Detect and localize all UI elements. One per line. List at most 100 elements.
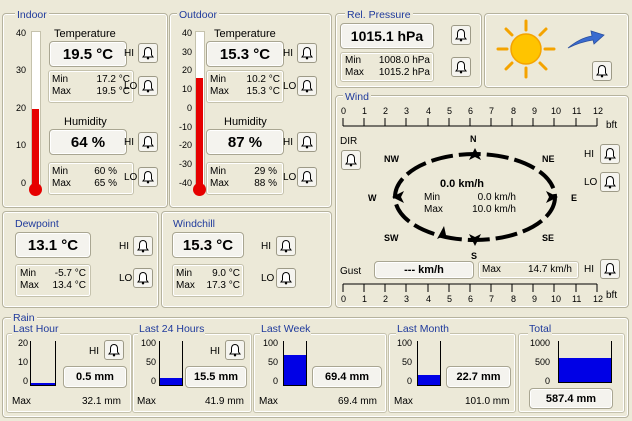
bell-icon — [137, 239, 149, 253]
indoor-hum-lo-alarm-button[interactable] — [138, 167, 158, 187]
pressure-hi-alarm-button[interactable] — [451, 25, 471, 45]
gust-value: --- km/h — [374, 261, 474, 279]
pressure-title: Rel. Pressure — [345, 9, 413, 21]
outdoor-temp-value: 15.3 °C — [206, 41, 284, 67]
outdoor-temp-max: 15.3 °C — [246, 86, 280, 97]
bell-icon — [142, 46, 154, 60]
bell-icon — [137, 271, 149, 285]
rain-last-24h-fill — [160, 378, 182, 385]
bell-icon — [280, 239, 292, 253]
windchill-lo-alarm-button[interactable] — [276, 268, 296, 288]
dewpoint-min: -5.7 °C — [54, 268, 86, 279]
indoor-temp-value: 19.5 °C — [49, 41, 127, 67]
rain-last-week-fill — [284, 355, 306, 385]
outdoor-hum-hi-alarm-button[interactable] — [297, 132, 317, 152]
bell-icon — [301, 79, 313, 93]
rain-total-fill — [559, 358, 611, 382]
wind-hi-alarm-button[interactable] — [600, 144, 620, 164]
forecast-alarm-button[interactable] — [592, 61, 612, 81]
outdoor-hum-min: 29 % — [254, 166, 277, 177]
rain-last-hour-value: 0.5 mm — [63, 366, 127, 388]
indoor-hum-max: 65 % — [94, 178, 117, 189]
pressure-value: 1015.1 hPa — [340, 23, 434, 49]
bell-icon — [142, 170, 154, 184]
wind-title: Wind — [343, 91, 371, 103]
bell-icon — [142, 135, 154, 149]
outdoor-title: Outdoor — [177, 9, 219, 21]
compass-s: S — [471, 251, 478, 261]
wind-bar-bottom — [342, 283, 598, 292]
rain-last-24h-value: 15.5 mm — [185, 366, 247, 388]
dewpoint-hi-alarm-button[interactable] — [133, 236, 153, 256]
bell-icon — [604, 175, 616, 189]
bell-icon — [142, 79, 154, 93]
rain-last-24h-title: Last 24 Hours — [138, 323, 206, 335]
wind-bar-top — [342, 118, 598, 127]
outdoor-thermometer-bulb — [193, 183, 206, 196]
windchill-title: Windchill — [173, 218, 216, 230]
bell-icon — [345, 153, 357, 167]
dewpoint-title: Dewpoint — [15, 218, 59, 230]
outdoor-temp-lo-alarm-button[interactable] — [297, 76, 317, 96]
sun-icon — [496, 19, 556, 79]
wind-speed-value: 0.0 km/h — [440, 178, 485, 190]
pressure-lo-alarm-button[interactable] — [451, 57, 471, 77]
outdoor-humidity-value: 87 % — [206, 129, 284, 155]
rain-last-hour-gauge — [30, 341, 56, 386]
indoor-thermometer-fill — [32, 109, 39, 187]
indoor-thermometer-bulb — [29, 183, 42, 196]
indoor-hum-hi-alarm-button[interactable] — [138, 132, 158, 152]
windchill-min: 9.0 °C — [212, 268, 240, 279]
gust-max: 14.7 km/h — [528, 264, 572, 275]
bell-icon — [280, 271, 292, 285]
bell-icon — [596, 64, 608, 78]
rain-last-month-value: 22.7 mm — [446, 366, 511, 388]
indoor-title: Indoor — [15, 9, 49, 21]
bell-icon — [604, 147, 616, 161]
gust-hi-alarm-button[interactable] — [600, 259, 620, 279]
indoor-humidity-label: Humidity — [64, 116, 107, 128]
outdoor-hum-max: 88 % — [254, 178, 277, 189]
wind-dir-alarm-button[interactable] — [341, 150, 361, 170]
outdoor-hum-lo-alarm-button[interactable] — [297, 167, 317, 187]
indoor-humidity-value: 64 % — [49, 129, 127, 155]
rain-last-24h-max: 41.9 mm — [205, 396, 244, 407]
compass-e: E — [571, 193, 578, 203]
rain-total-value: 587.4 mm — [529, 388, 613, 409]
windchill-hi-alarm-button[interactable] — [276, 236, 296, 256]
outdoor-temp-hi-alarm-button[interactable] — [297, 43, 317, 63]
indoor-temp-hi-alarm-button[interactable] — [138, 43, 158, 63]
rain-last-month-title: Last Month — [396, 323, 450, 335]
dewpoint-value: 13.1 °C — [15, 232, 91, 258]
rain-last-hour-hi-alarm-button[interactable] — [104, 340, 124, 360]
dewpoint-lo-alarm-button[interactable] — [133, 268, 153, 288]
rain-last-month-max: 101.0 mm — [465, 396, 510, 407]
rain-last-month-fill — [418, 375, 440, 385]
compass-se: SE — [542, 233, 555, 243]
compass-ne: NE — [542, 154, 555, 164]
rain-last-week-max: 69.4 mm — [338, 396, 377, 407]
windchill-max: 17.3 °C — [206, 280, 240, 291]
outdoor-humidity-label: Humidity — [224, 116, 267, 128]
wind-dir-label: DIR — [340, 136, 358, 147]
bell-icon — [229, 343, 241, 357]
outdoor-thermometer-fill — [196, 78, 203, 187]
windchill-value: 15.3 °C — [172, 232, 244, 258]
wind-lo-alarm-button[interactable] — [600, 172, 620, 192]
bell-icon — [455, 28, 467, 42]
indoor-temp-label: Temperature — [54, 28, 116, 40]
compass-sw: SW — [384, 233, 399, 243]
bell-icon — [108, 343, 120, 357]
rain-last-hour-title: Last Hour — [12, 323, 60, 335]
rain-last-24h-hi-alarm-button[interactable] — [225, 340, 245, 360]
compass-w: W — [368, 193, 377, 203]
indoor-temp-lo-alarm-button[interactable] — [138, 76, 158, 96]
bell-icon — [301, 46, 313, 60]
rising-arrow-icon — [567, 30, 605, 49]
rain-total-title: Total — [528, 323, 553, 335]
indoor-hum-min: 60 % — [94, 166, 117, 177]
rain-last-week-value: 69.4 mm — [312, 366, 382, 388]
bell-icon — [301, 170, 313, 184]
rain-last-hour-fill — [31, 383, 55, 385]
pressure-min: 1008.0 hPa — [378, 55, 430, 66]
